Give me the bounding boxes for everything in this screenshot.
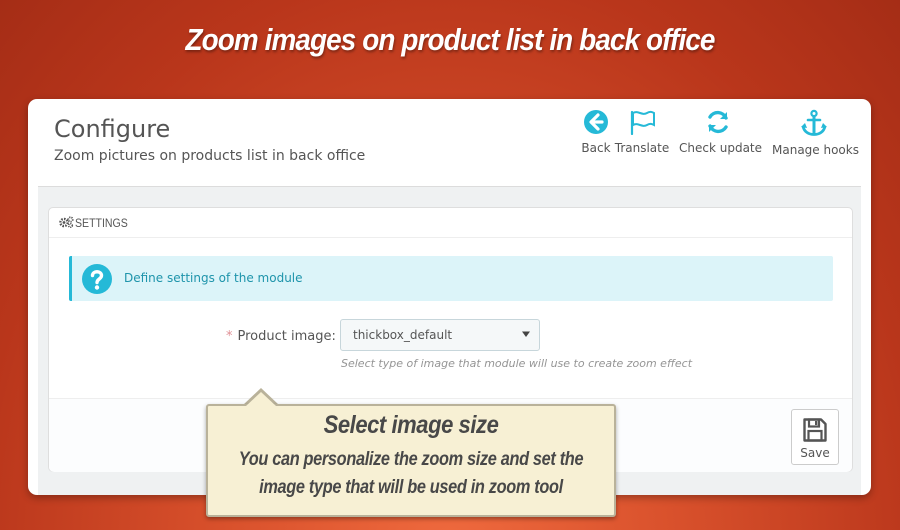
check-update-label: Check update: [679, 141, 763, 155]
product-image-select[interactable]: thickbox_default: [340, 319, 540, 351]
info-alert: Define settings of the module: [69, 256, 833, 301]
translate-button[interactable]: Translate: [611, 109, 673, 155]
question-circle-icon: [82, 264, 112, 294]
callout-line-2: image type that will be used in zoom too…: [259, 477, 563, 498]
arrow-left-circle-icon: [584, 110, 608, 134]
required-mark: *: [226, 329, 233, 344]
page-title: Configure: [54, 115, 171, 143]
callout-body: You can personalize the zoom size and se…: [236, 446, 585, 502]
info-text: Define settings of the module: [124, 271, 303, 285]
product-image-label-text: Product image:: [237, 329, 336, 344]
callout-title: Select image size: [323, 411, 499, 439]
save-button[interactable]: Save: [791, 409, 839, 465]
product-image-select-value: thickbox_default: [353, 328, 453, 342]
settings-heading: SETTINGS: [49, 208, 852, 238]
product-image-label: * Product image:: [226, 329, 336, 344]
callout-box: Select image size You can personalize th…: [206, 404, 616, 517]
refresh-icon: [708, 110, 728, 134]
product-image-help: Select type of image that module will us…: [341, 357, 693, 370]
translate-label: Translate: [614, 141, 670, 155]
save-label: Save: [800, 446, 830, 460]
gears-icon: [59, 216, 74, 228]
settings-heading-text: SETTINGS: [75, 216, 128, 230]
flag-icon: [630, 110, 655, 135]
callout-pointer-fill: [246, 392, 276, 406]
page-subtitle: Zoom pictures on products list in back o…: [54, 148, 366, 164]
page-header: Configure Zoom pictures on products list…: [28, 99, 871, 185]
manage-hooks-label: Manage hooks: [772, 143, 859, 157]
callout-line-1: You can personalize the zoom size and se…: [238, 449, 584, 470]
banner-headline: Zoom images on product list in back offi…: [185, 22, 715, 57]
anchor-icon: [801, 109, 827, 136]
manage-hooks-button[interactable]: Manage hooks: [772, 109, 859, 157]
floppy-disk-icon: [803, 418, 827, 442]
check-update-button[interactable]: Check update: [679, 109, 763, 155]
caret-down-icon: [522, 331, 530, 337]
